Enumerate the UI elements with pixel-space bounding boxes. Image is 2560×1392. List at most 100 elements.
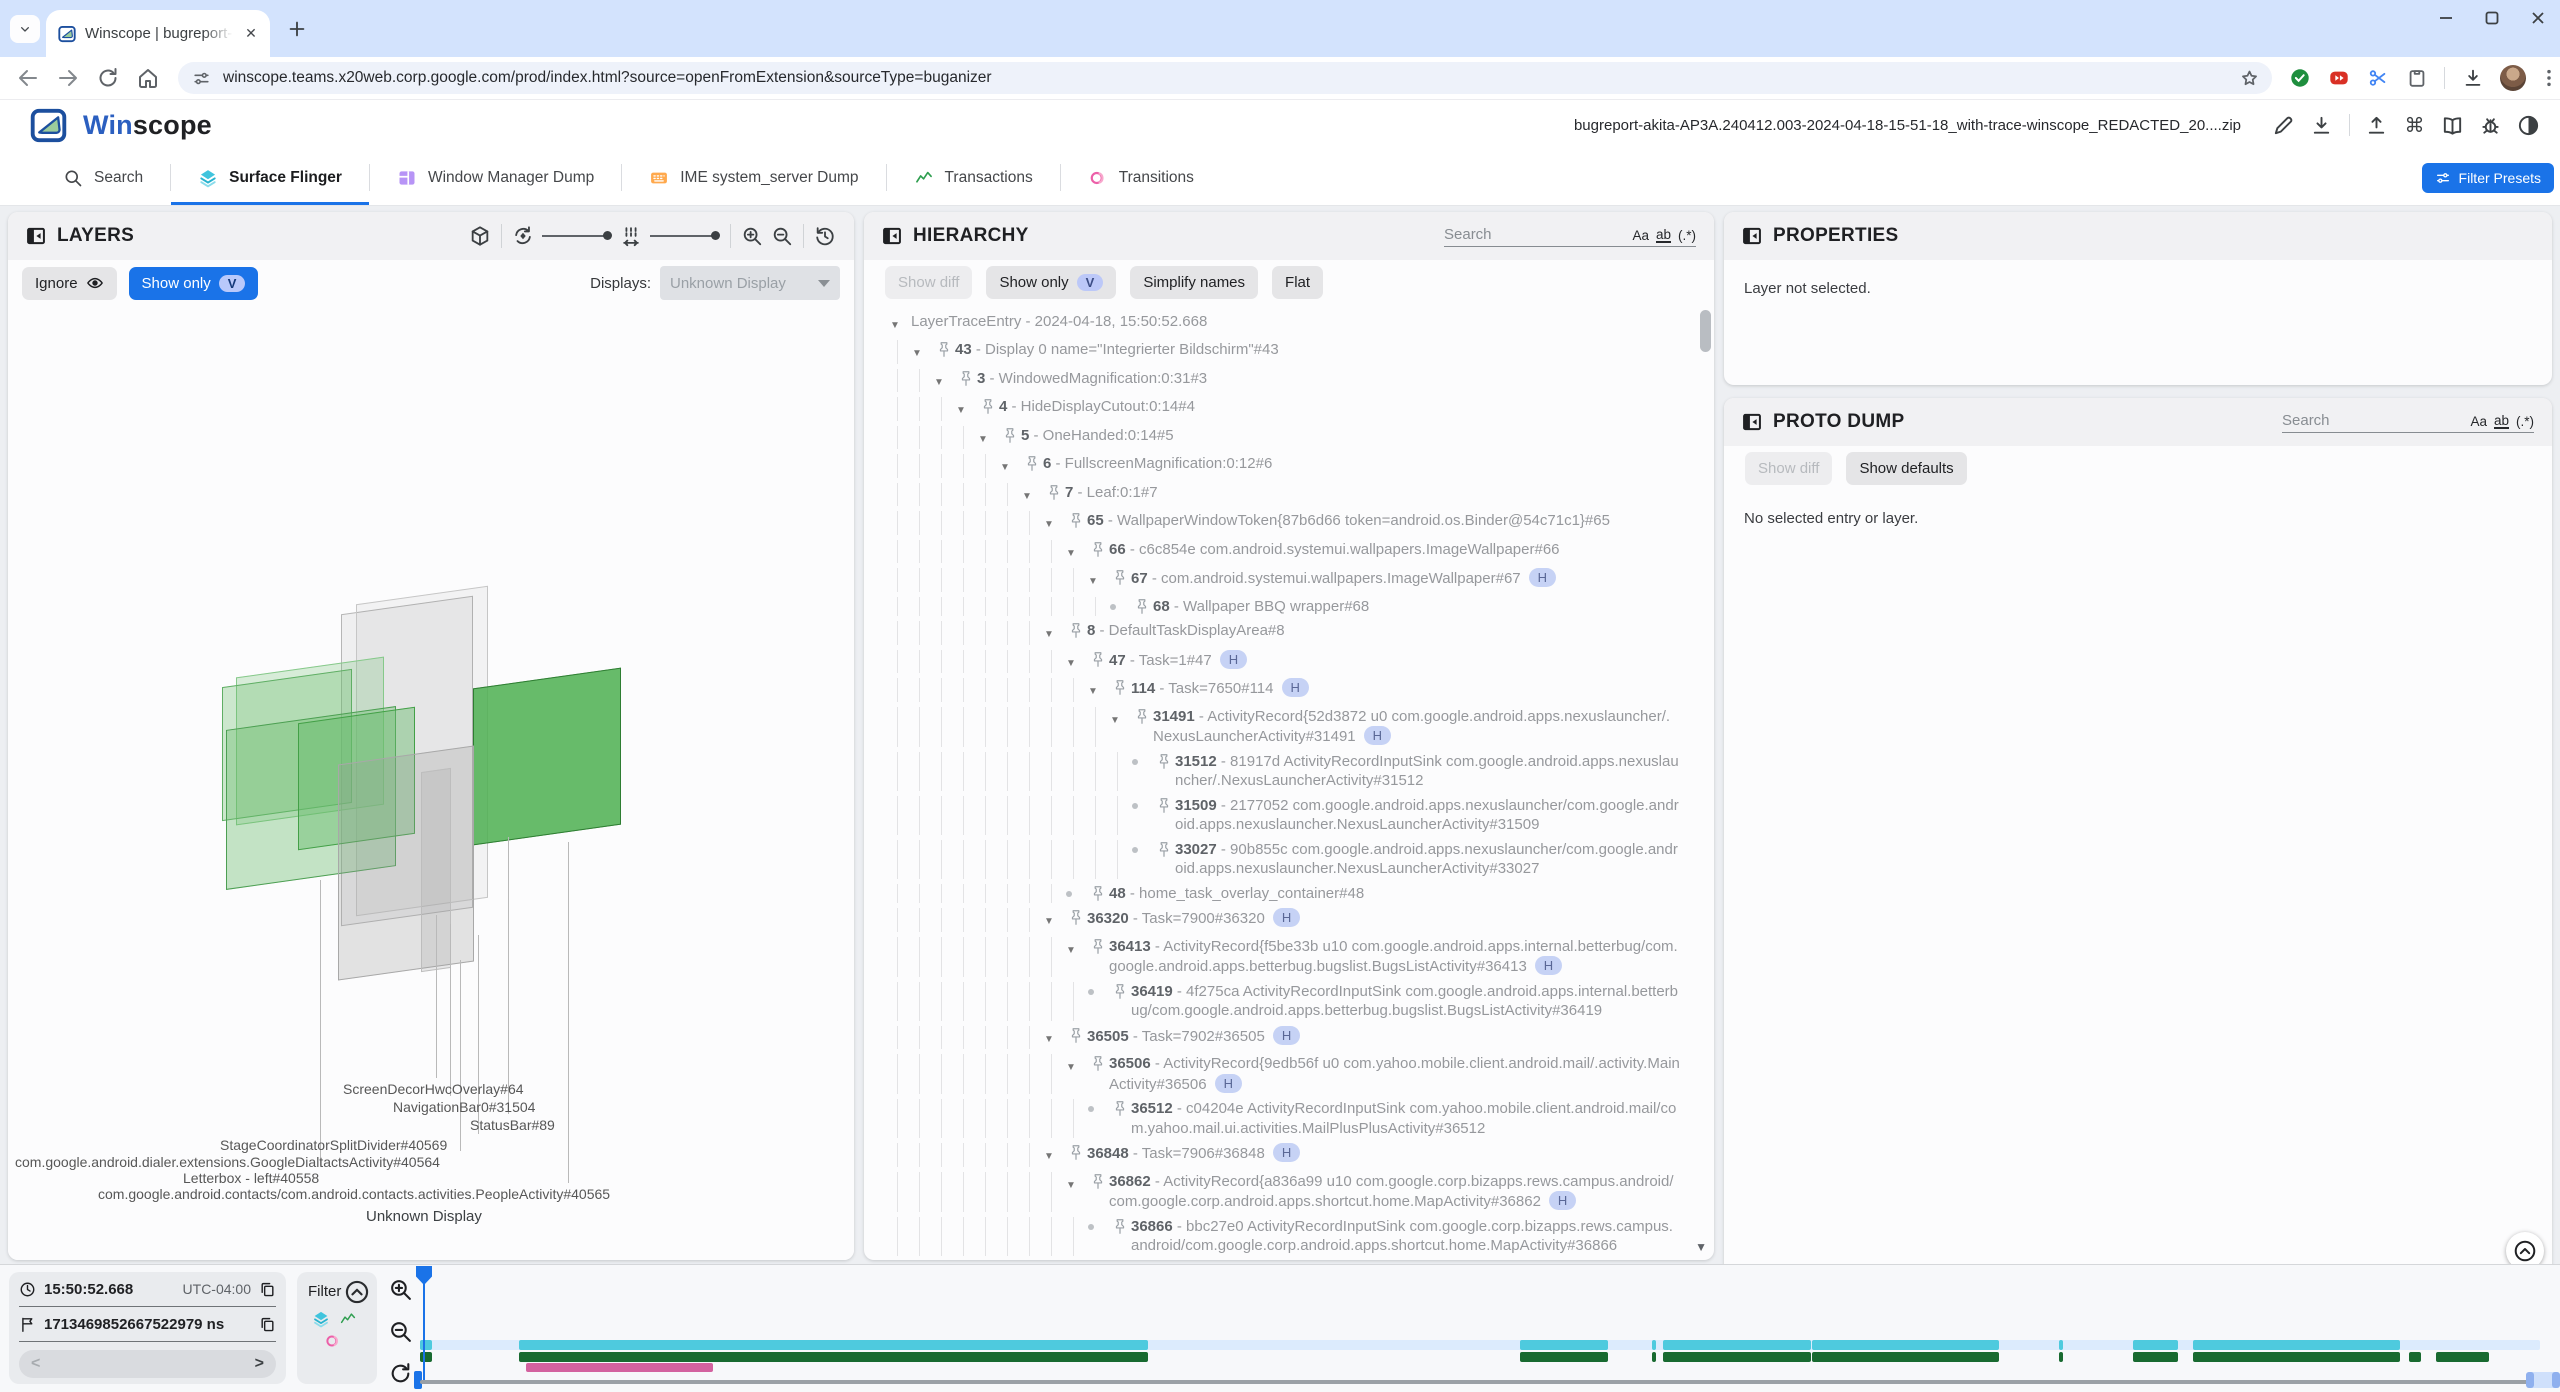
- next-entry-button[interactable]: >: [255, 1355, 264, 1373]
- pin-icon[interactable]: [1065, 511, 1087, 529]
- downloads-icon[interactable]: [2462, 67, 2484, 89]
- pin-icon[interactable]: [1087, 937, 1109, 955]
- show-only-button[interactable]: Show only V: [129, 267, 259, 300]
- pin-icon[interactable]: [955, 369, 977, 387]
- tab-search-button[interactable]: [10, 15, 40, 43]
- extension-check-icon[interactable]: [2289, 67, 2311, 89]
- pin-icon[interactable]: [1065, 621, 1087, 639]
- tree-row[interactable]: ▼43 - Display 0 name="Integrierter Bilds…: [890, 338, 1680, 367]
- collapse-triangle-icon[interactable]: ▼: [890, 312, 911, 336]
- collapse-triangle-icon[interactable]: ▼: [934, 369, 955, 393]
- timeline-zoom-in-icon[interactable]: [388, 1277, 413, 1302]
- tree-row[interactable]: ▼47 - Task=1#47H: [890, 647, 1680, 676]
- show-only-button[interactable]: Show only V: [986, 266, 1116, 299]
- 3d-view-icon[interactable]: [469, 225, 491, 247]
- regex-toggle[interactable]: (.*): [1678, 228, 1696, 243]
- tree-row[interactable]: ▼LayerTraceEntry - 2024-04-18, 15:50:52.…: [890, 309, 1680, 338]
- flat-button[interactable]: Flat: [1272, 266, 1323, 299]
- tree-row[interactable]: ▼66 - c6c854e com.android.systemui.wallp…: [890, 537, 1680, 566]
- edit-icon[interactable]: [2272, 114, 2295, 137]
- collapse-triangle-icon[interactable]: ▼: [1110, 707, 1131, 731]
- timeline-scrollbar[interactable]: [420, 1380, 2528, 1384]
- minimize-button[interactable]: [2436, 8, 2456, 28]
- browser-menu-icon[interactable]: [2538, 67, 2560, 89]
- match-case-toggle[interactable]: Aa: [2470, 414, 2487, 429]
- tree-row[interactable]: ▼5 - OneHanded:0:14#5: [890, 423, 1680, 452]
- tree-row[interactable]: 36866 - bbc27e0 ActivityRecordInputSink …: [890, 1214, 1680, 1258]
- tree-row[interactable]: ▼6 - FullscreenMagnification:0:12#6: [890, 452, 1680, 481]
- forward-icon[interactable]: [56, 66, 80, 90]
- tree-row[interactable]: ▼65 - WallpaperWindowToken{87b6d66 token…: [890, 509, 1680, 538]
- timeline-reset-icon[interactable]: [388, 1361, 413, 1386]
- tab-search[interactable]: Search: [36, 150, 170, 205]
- documentation-icon[interactable]: [2441, 114, 2464, 137]
- pin-icon[interactable]: [1109, 568, 1131, 586]
- collapse-triangle-icon[interactable]: ▼: [1066, 1172, 1087, 1196]
- tab-ime-dump[interactable]: IME system_server Dump: [622, 150, 885, 205]
- hierarchy-scrollbar[interactable]: [1700, 310, 1711, 352]
- collapse-triangle-icon[interactable]: ▼: [1066, 540, 1087, 564]
- collapse-triangle-icon[interactable]: ▼: [1044, 908, 1065, 932]
- extension-red-icon[interactable]: [2328, 67, 2350, 89]
- proto-search-input[interactable]: [2282, 412, 2463, 429]
- tree-row[interactable]: ▼36848 - Task=7906#36848H: [890, 1141, 1680, 1170]
- collapse-triangle-icon[interactable]: ▼: [1044, 1026, 1065, 1050]
- match-word-toggle[interactable]: ab: [2494, 414, 2509, 429]
- collapse-triangle-icon[interactable]: ▼: [912, 340, 933, 364]
- back-icon[interactable]: [16, 66, 40, 90]
- layer-rect[interactable]: [338, 745, 474, 980]
- collapse-triangle-icon[interactable]: ▼: [1066, 1054, 1087, 1078]
- pin-icon[interactable]: [1021, 454, 1043, 472]
- pin-icon[interactable]: [977, 397, 999, 415]
- collapse-triangle-icon[interactable]: ▼: [1088, 568, 1109, 592]
- hierarchy-search-input[interactable]: [1444, 226, 1625, 243]
- shortcuts-icon[interactable]: ⌘: [2403, 114, 2426, 137]
- pin-icon[interactable]: [1087, 1054, 1109, 1072]
- download-trace-icon[interactable]: [2310, 114, 2333, 137]
- transactions-icon[interactable]: [339, 1310, 357, 1328]
- scroll-down-icon[interactable]: ▼: [1695, 1240, 1707, 1254]
- tree-row[interactable]: 36419 - 4f275ca ActivityRecordInputSink …: [890, 979, 1680, 1023]
- pin-icon[interactable]: [1109, 678, 1131, 696]
- collapse-triangle-icon[interactable]: ▼: [1044, 511, 1065, 535]
- maximize-button[interactable]: [2482, 8, 2502, 28]
- dark-mode-icon[interactable]: [2517, 114, 2540, 137]
- timeline-zoom-out-icon[interactable]: [388, 1319, 413, 1344]
- copy-icon[interactable]: [259, 1316, 276, 1333]
- tree-row[interactable]: 33027 - 90b855c com.google.android.apps.…: [890, 837, 1680, 881]
- match-word-toggle[interactable]: ab: [1656, 228, 1671, 243]
- show-diff-button[interactable]: Show diff: [1745, 452, 1832, 485]
- show-defaults-button[interactable]: Show defaults: [1846, 452, 1966, 485]
- pin-icon[interactable]: [1109, 982, 1131, 1000]
- filter-collapse-icon[interactable]: [344, 1279, 370, 1305]
- tab-close-icon[interactable]: ✕: [242, 24, 260, 44]
- pin-icon[interactable]: [1131, 707, 1153, 725]
- tab-transactions[interactable]: Transactions: [887, 150, 1060, 205]
- collapse-triangle-icon[interactable]: ▼: [1000, 454, 1021, 478]
- tree-row[interactable]: ▼37417 - Task=7907#37417H: [890, 1258, 1680, 1260]
- tree-row[interactable]: ▼4 - HideDisplayCutout:0:14#4: [890, 395, 1680, 424]
- regex-toggle[interactable]: (.*): [2516, 414, 2534, 429]
- pin-icon[interactable]: [1065, 1143, 1087, 1161]
- browser-tab[interactable]: Winscope | bugreport-ak ✕: [46, 10, 270, 57]
- simplify-names-button[interactable]: Simplify names: [1130, 266, 1258, 299]
- pin-icon[interactable]: [1109, 1099, 1131, 1117]
- pin-icon[interactable]: [1065, 908, 1087, 926]
- surface-flinger-icon[interactable]: [312, 1310, 330, 1328]
- tree-row[interactable]: 31509 - 2177052 com.google.android.apps.…: [890, 793, 1680, 837]
- spacing-slider[interactable]: [650, 225, 720, 247]
- pin-icon[interactable]: [1153, 796, 1175, 814]
- collapse-triangle-icon[interactable]: ▼: [956, 397, 977, 421]
- site-settings-icon[interactable]: [192, 69, 211, 88]
- new-tab-button[interactable]: [284, 16, 310, 42]
- reset-view-icon[interactable]: [814, 225, 836, 247]
- collapse-triangle-icon[interactable]: ▼: [1044, 621, 1065, 645]
- pin-icon[interactable]: [1065, 1026, 1087, 1044]
- tree-row[interactable]: ▼36505 - Task=7902#36505H: [890, 1023, 1680, 1052]
- tab-surface-flinger[interactable]: Surface Flinger: [171, 150, 369, 205]
- pin-icon[interactable]: [1153, 752, 1175, 770]
- tree-row[interactable]: ▼8 - DefaultTaskDisplayArea#8: [890, 619, 1680, 648]
- pin-icon[interactable]: [1131, 597, 1153, 615]
- report-bug-icon[interactable]: [2479, 114, 2502, 137]
- tree-row[interactable]: ▼67 - com.android.systemui.wallpapers.Im…: [890, 566, 1680, 595]
